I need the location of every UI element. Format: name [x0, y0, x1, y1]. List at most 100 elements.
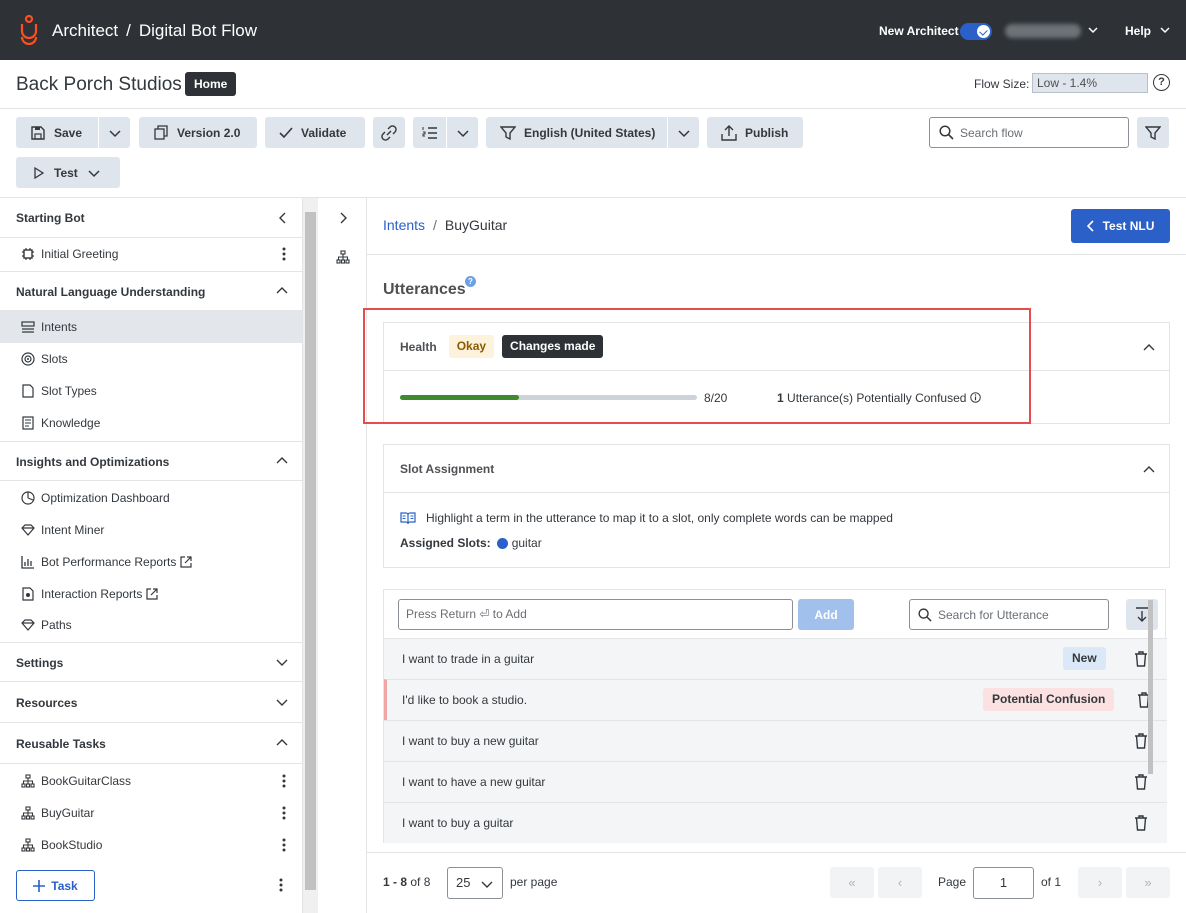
sidebar-item-paths[interactable]: Paths — [0, 609, 302, 641]
table-row[interactable]: I want to buy a guitar — [384, 802, 1167, 843]
add-task-button[interactable]: Task — [16, 870, 95, 901]
kebab-menu-icon[interactable] — [279, 878, 283, 892]
sidebar-header-resources[interactable]: Resources — [0, 683, 302, 723]
validate-button[interactable]: Validate — [265, 117, 365, 148]
utterance-input[interactable]: Press Return ⏎ to Add — [398, 599, 793, 630]
last-page-button[interactable]: » — [1126, 867, 1170, 898]
highlight-annotation-frame — [363, 308, 1031, 424]
kebab-menu-icon[interactable] — [282, 838, 286, 852]
version-button[interactable]: Version 2.0 — [139, 117, 257, 148]
slot-name[interactable]: guitar — [512, 536, 542, 550]
first-page-button[interactable]: « — [830, 867, 874, 898]
new-architect-toggle[interactable] — [960, 23, 992, 40]
test-nlu-button[interactable]: Test NLU — [1071, 209, 1170, 243]
sidebar-header-label: Settings — [16, 656, 64, 670]
list-button[interactable] — [413, 117, 478, 148]
chevron-up-icon[interactable] — [276, 738, 288, 748]
help-chevron-down-icon[interactable] — [1160, 25, 1170, 35]
sidebar-item-label: BuyGuitar — [41, 806, 95, 820]
trash-icon[interactable] — [1134, 774, 1148, 790]
sidebar-item-bot-performance-reports[interactable]: Bot Performance Reports — [0, 546, 302, 578]
sidebar-item-task-bookguitarclass[interactable]: BookGuitarClass — [0, 765, 302, 797]
table-row[interactable]: I want to buy a new guitar — [384, 720, 1167, 761]
kebab-menu-icon[interactable] — [282, 806, 286, 820]
sidebar-header-settings[interactable]: Settings — [0, 642, 302, 682]
kebab-menu-icon[interactable] — [282, 774, 286, 788]
range-value: 1 - 8 — [383, 875, 408, 889]
trash-icon[interactable] — [1134, 733, 1148, 749]
sidebar-item-optimization-dashboard[interactable]: Optimization Dashboard — [0, 482, 302, 514]
sidebar-header-reusable-tasks[interactable]: Reusable Tasks — [0, 724, 302, 764]
sidebar-item-slots[interactable]: Slots — [0, 343, 302, 375]
per-page-select[interactable]: 25 — [447, 867, 503, 899]
table-row[interactable]: I'd like to book a studio. Potential Con… — [384, 679, 1167, 720]
sidebar-item-task-buyguitar[interactable]: BuyGuitar — [0, 797, 302, 829]
page-number-input[interactable]: 1 — [973, 867, 1034, 899]
chevron-up-icon[interactable] — [276, 456, 288, 466]
sidebar-item-initial-greeting[interactable]: Initial Greeting — [0, 238, 302, 270]
org-bar: Back Porch Studios Home Flow Size: Low -… — [0, 60, 1186, 109]
publish-button[interactable]: Publish — [707, 117, 803, 148]
target-icon — [20, 351, 36, 367]
chevron-right-icon: › — [1097, 875, 1103, 890]
next-page-button[interactable]: › — [1078, 867, 1122, 898]
chevron-down-icon[interactable] — [276, 697, 288, 707]
sidebar-item-label: BookGuitarClass — [41, 774, 132, 788]
sidebar-item-knowledge[interactable]: Knowledge — [0, 407, 302, 439]
chevron-down-icon[interactable] — [276, 657, 288, 667]
sidebar-header-nlu[interactable]: Natural Language Understanding — [0, 271, 302, 311]
save-dropdown[interactable] — [98, 117, 130, 148]
test-button[interactable]: Test — [16, 157, 120, 188]
sidebar: Starting Bot Initial Greeting Natural La… — [0, 198, 303, 913]
chevron-left-icon[interactable] — [278, 212, 288, 224]
sidebar-scrollbar[interactable] — [303, 198, 318, 913]
user-name-blurred[interactable] — [1005, 24, 1081, 38]
help-menu[interactable]: Help — [1125, 24, 1151, 38]
table-row[interactable]: I want to have a new guitar — [384, 761, 1167, 802]
chevron-right-icon[interactable] — [339, 212, 347, 224]
link-button[interactable] — [373, 117, 405, 148]
sidebar-item-label: Paths — [41, 618, 72, 632]
sidebar-item-intents[interactable]: Intents — [0, 311, 302, 343]
table-row[interactable]: I want to trade in a guitar New — [384, 638, 1167, 679]
trash-icon[interactable] — [1134, 651, 1148, 667]
language-button[interactable]: English (United States) — [486, 117, 699, 148]
search-flow-placeholder: Search flow — [960, 125, 1023, 140]
kebab-menu-icon[interactable] — [282, 247, 286, 261]
chevron-up-icon[interactable] — [276, 286, 288, 296]
trash-icon[interactable] — [1134, 815, 1148, 831]
sidebar-item-task-bookstudio[interactable]: BookStudio — [0, 829, 302, 861]
flow-type: Digital Bot Flow — [138, 21, 257, 40]
list-dropdown[interactable] — [446, 117, 478, 148]
sidebar-item-slot-types[interactable]: Slot Types — [0, 375, 302, 407]
sidebar-item-label: Knowledge — [41, 416, 101, 430]
sidebar-item-interaction-reports[interactable]: Interaction Reports — [0, 578, 302, 610]
breadcrumb-intents-link[interactable]: Intents — [383, 217, 425, 233]
save-button[interactable]: Save — [16, 117, 130, 148]
utterance-scrollbar[interactable] — [1148, 600, 1153, 774]
chevron-up-icon[interactable] — [1143, 343, 1155, 353]
sidebar-item-intent-miner[interactable]: Intent Miner — [0, 514, 302, 546]
chevron-up-icon[interactable] — [1143, 465, 1155, 475]
sidebar-header-insights[interactable]: Insights and Optimizations — [0, 441, 302, 481]
page-title: Utterances — [383, 281, 466, 298]
sidebar-item-label: Initial Greeting — [41, 247, 119, 261]
slot-hint-text: Highlight a term in the utterance to map… — [426, 511, 893, 525]
search-flow-input[interactable]: Search flow — [929, 117, 1129, 148]
add-utterance-button[interactable]: Add — [798, 599, 854, 630]
utterance-search-input[interactable]: Search for Utterance — [909, 599, 1109, 630]
filter-button[interactable] — [1137, 117, 1169, 148]
help-question-icon[interactable]: ? — [1153, 74, 1170, 91]
per-page-value: 25 — [456, 875, 471, 890]
check-icon — [279, 126, 293, 138]
prev-page-button[interactable]: ‹ — [878, 867, 922, 898]
slot-assignment-header[interactable]: Slot Assignment — [384, 445, 1169, 493]
question-icon[interactable]: ? — [465, 276, 476, 287]
download-button[interactable] — [1126, 599, 1158, 630]
user-chevron-down-icon[interactable] — [1088, 25, 1098, 35]
flow-tree-icon[interactable] — [335, 250, 351, 264]
sidebar-header-starting-bot[interactable]: Starting Bot — [0, 198, 302, 238]
utterance-text: I'd like to book a studio. — [402, 693, 528, 707]
language-dropdown[interactable] — [667, 117, 699, 148]
scrollbar-thumb[interactable] — [305, 212, 316, 890]
